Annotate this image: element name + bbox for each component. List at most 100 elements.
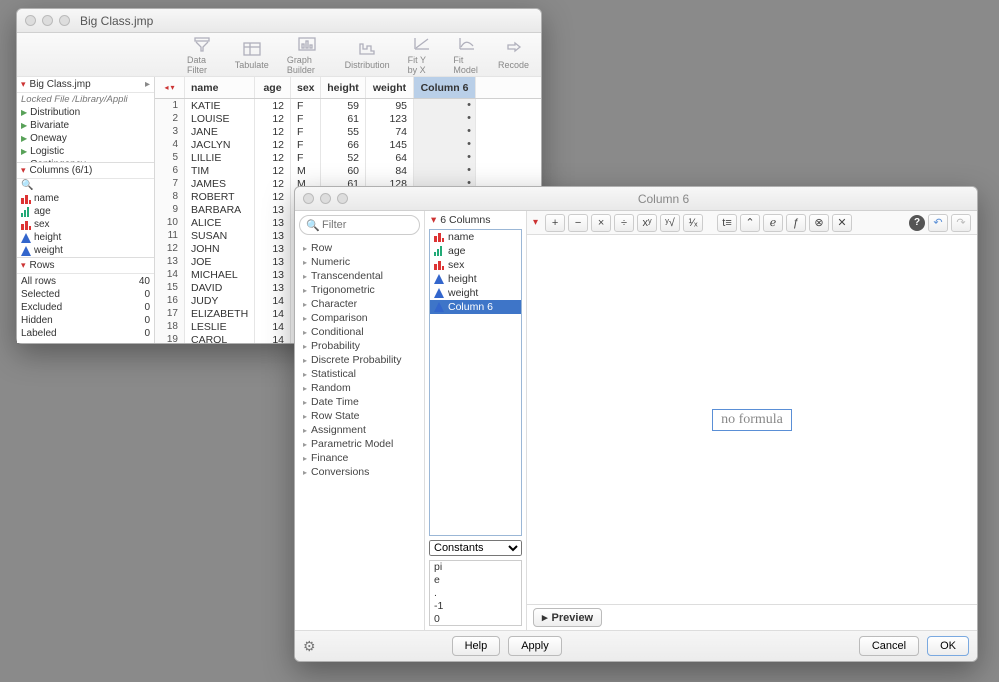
cell-name[interactable]: BARBARA (185, 203, 255, 216)
function-group[interactable]: ▸Random (295, 381, 424, 395)
cell-column6[interactable]: • (414, 138, 476, 151)
formula-columns-list[interactable]: nameagesexheightweightColumn 6 (429, 229, 522, 536)
columns-panel-header[interactable]: ▾ 6 Columns (425, 211, 526, 229)
row-index[interactable]: 16 (155, 294, 185, 307)
op-derivative-button[interactable]: ƒ (786, 214, 806, 232)
column-header-sex[interactable]: sex (291, 77, 321, 98)
op-insert-button[interactable]: ℯ (763, 214, 783, 232)
function-group[interactable]: ▸Character (295, 297, 424, 311)
row-index[interactable]: 17 (155, 307, 185, 320)
cell-age[interactable]: 12 (255, 112, 291, 125)
cell-name[interactable]: TIM (185, 164, 255, 177)
col-menu-icon[interactable]: ▾ (171, 83, 175, 92)
constant-item[interactable]: . (430, 587, 521, 600)
formula-column-item[interactable]: sex (430, 258, 521, 272)
formula-canvas[interactable]: no formula (527, 235, 977, 604)
function-group[interactable]: ▸Probability (295, 339, 424, 353)
row-index[interactable]: 3 (155, 125, 185, 138)
function-group[interactable]: ▸Numeric (295, 255, 424, 269)
function-group[interactable]: ▸Finance (295, 451, 424, 465)
rows-stat[interactable]: Hidden0 (21, 315, 150, 328)
function-group[interactable]: ▸Assignment (295, 423, 424, 437)
cell-column6[interactable]: • (414, 99, 476, 112)
function-group[interactable]: ▸Conversions (295, 465, 424, 479)
row-index[interactable]: 7 (155, 177, 185, 190)
table-corner[interactable]: ◂ ▾ (155, 77, 185, 98)
table-row[interactable]: 4JACLYN12F66145• (155, 138, 541, 151)
op-delete-button[interactable]: ✕ (832, 214, 852, 232)
disclosure-icon[interactable]: ▾ (21, 165, 26, 176)
function-group[interactable]: ▸Row (295, 241, 424, 255)
function-group[interactable]: ▸Discrete Probability (295, 353, 424, 367)
op-match-button[interactable]: t≡ (717, 214, 737, 232)
cell-weight[interactable]: 74 (366, 125, 414, 138)
disclosure-icon[interactable]: ▾ (21, 260, 26, 271)
column-item-sex[interactable]: sex (17, 218, 154, 231)
cancel-button[interactable]: Cancel (859, 636, 919, 656)
table-row[interactable]: 5LILLIE12F5264• (155, 151, 541, 164)
cell-weight[interactable]: 84 (366, 164, 414, 177)
function-group[interactable]: ▸Date Time (295, 395, 424, 409)
column-item-age[interactable]: age (17, 205, 154, 218)
constants-list[interactable]: pie.-10 (429, 560, 522, 626)
ok-button[interactable]: OK (927, 636, 969, 656)
cell-age[interactable]: 12 (255, 99, 291, 112)
column-header-age[interactable]: age (255, 77, 291, 98)
op-invert-button[interactable]: ¹⁄ₓ (683, 214, 703, 232)
cell-name[interactable]: LESLIE (185, 320, 255, 333)
help-button[interactable]: Help (452, 636, 501, 656)
chevron-right-icon[interactable]: ▸ (145, 79, 150, 90)
minimize-icon[interactable] (42, 15, 53, 26)
apply-button[interactable]: Apply (508, 636, 562, 656)
cell-height[interactable]: 61 (321, 112, 366, 125)
cell-height[interactable]: 59 (321, 99, 366, 112)
cell-name[interactable]: JOE (185, 255, 255, 268)
row-index[interactable]: 12 (155, 242, 185, 255)
op-times-button[interactable]: × (591, 214, 611, 232)
row-index[interactable]: 11 (155, 229, 185, 242)
script-item[interactable]: ▶Distribution (17, 106, 154, 119)
cell-weight[interactable]: 123 (366, 112, 414, 125)
tabulate-button[interactable]: Tabulate (235, 40, 269, 70)
row-index[interactable]: 15 (155, 281, 185, 294)
rows-panel-header[interactable]: ▾ Rows (17, 258, 154, 274)
cell-column6[interactable]: • (414, 125, 476, 138)
recode-button[interactable]: Recode (498, 40, 529, 70)
constants-dropdown[interactable]: Constants (429, 540, 522, 556)
cell-age[interactable]: 14 (255, 307, 291, 320)
function-group[interactable]: ▸Statistical (295, 367, 424, 381)
close-icon[interactable] (25, 15, 36, 26)
column-header-weight[interactable]: weight (366, 77, 414, 98)
function-group[interactable]: ▸Trigonometric (295, 283, 424, 297)
op-root-button[interactable]: ʸ√ (660, 214, 680, 232)
column-header-name[interactable]: name (185, 77, 255, 98)
script-item[interactable]: ▶Bivariate (17, 119, 154, 132)
column-header-height[interactable]: height (321, 77, 366, 98)
column-item-height[interactable]: height (17, 231, 154, 244)
zoom-icon[interactable] (59, 15, 70, 26)
main-titlebar[interactable]: Big Class.jmp (17, 9, 541, 33)
cell-age[interactable]: 14 (255, 333, 291, 343)
row-index[interactable]: 6 (155, 164, 185, 177)
redo-button[interactable]: ↷ (951, 214, 971, 232)
cell-name[interactable]: JUDY (185, 294, 255, 307)
op-divide-button[interactable]: ÷ (614, 214, 634, 232)
column-item-name[interactable]: name (17, 192, 154, 205)
cell-sex[interactable]: F (291, 138, 321, 151)
help-icon[interactable]: ? (909, 215, 925, 231)
cell-height[interactable]: 60 (321, 164, 366, 177)
row-index[interactable]: 2 (155, 112, 185, 125)
row-index[interactable]: 4 (155, 138, 185, 151)
cell-sex[interactable]: F (291, 112, 321, 125)
row-index[interactable]: 19 (155, 333, 185, 343)
cell-column6[interactable]: • (414, 164, 476, 177)
graph-builder-button[interactable]: Graph Builder (287, 35, 327, 75)
constant-item[interactable]: 0 (430, 613, 521, 626)
script-item[interactable]: ▶Oneway (17, 132, 154, 145)
row-index[interactable]: 14 (155, 268, 185, 281)
table-row[interactable]: 6TIM12M6084• (155, 164, 541, 177)
op-peel-button[interactable]: ⌃ (740, 214, 760, 232)
cell-name[interactable]: DAVID (185, 281, 255, 294)
table-row[interactable]: 3JANE12F5574• (155, 125, 541, 138)
cell-name[interactable]: JAMES (185, 177, 255, 190)
